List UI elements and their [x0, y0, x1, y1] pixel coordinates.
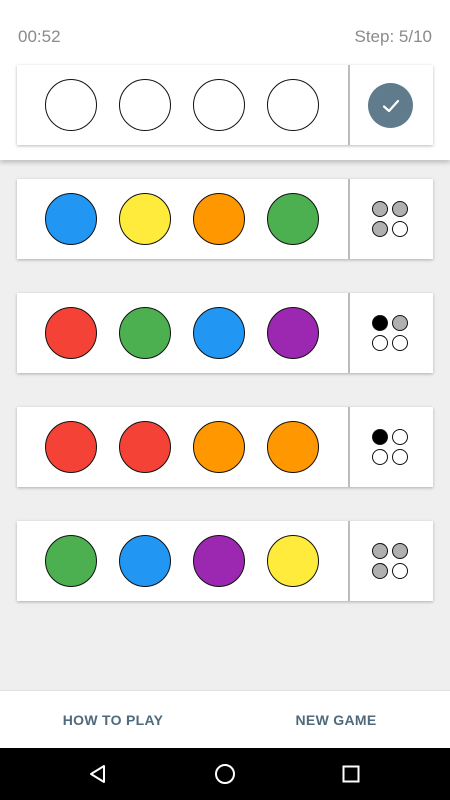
feedback-peg-empty [372, 335, 388, 351]
bottom-action-bar: HOW TO PLAY NEW GAME [0, 690, 450, 748]
guess-peg-green [119, 307, 171, 359]
feedback-pegs [370, 313, 410, 353]
guess-pegs [17, 293, 348, 373]
feedback-peg-gray [392, 201, 408, 217]
peg-slot-3[interactable] [193, 79, 245, 131]
peg-slot-2[interactable] [119, 79, 171, 131]
feedback-peg-empty [392, 449, 408, 465]
new-game-button[interactable]: NEW GAME [256, 691, 416, 749]
feedback-peg-gray [372, 563, 388, 579]
guess-peg-purple [193, 535, 245, 587]
row-divider [348, 407, 350, 487]
feedback-peg-gray [392, 543, 408, 559]
feedback-pegs [370, 541, 410, 581]
feedback-peg-gray [372, 221, 388, 237]
guess-peg-orange [267, 421, 319, 473]
guess-peg-blue [45, 193, 97, 245]
guess-peg-blue [193, 307, 245, 359]
home-button[interactable] [210, 760, 240, 788]
guess-peg-purple [267, 307, 319, 359]
top-panel: 00:52 Step: 5/10 [0, 0, 450, 160]
check-icon [382, 99, 399, 112]
guess-peg-green [45, 535, 97, 587]
peg-slot-4[interactable] [267, 79, 319, 131]
feedback-peg-black [372, 429, 388, 445]
back-button[interactable] [83, 760, 113, 788]
current-guess-row [17, 65, 433, 145]
system-navigation-bar [0, 748, 450, 800]
feedback-peg-gray [392, 315, 408, 331]
guess-peg-orange [193, 421, 245, 473]
peg-slot-1[interactable] [45, 79, 97, 131]
guess-peg-green [267, 193, 319, 245]
guess-peg-yellow [267, 535, 319, 587]
guess-row [17, 179, 433, 259]
submit-guess-button[interactable] [368, 83, 413, 128]
feedback-pegs [370, 427, 410, 467]
feedback-pegs [370, 199, 410, 239]
home-circle-icon [215, 764, 235, 784]
back-triangle-icon [90, 765, 105, 783]
feedback-peg-empty [372, 449, 388, 465]
row-divider [348, 293, 350, 373]
guess-row [17, 293, 433, 373]
guess-pegs [17, 407, 348, 487]
guess-peg-red [45, 307, 97, 359]
guess-peg-orange [193, 193, 245, 245]
recent-square-icon [342, 765, 360, 783]
guess-peg-yellow [119, 193, 171, 245]
guess-peg-red [119, 421, 171, 473]
guess-peg-red [45, 421, 97, 473]
row-divider [348, 65, 350, 145]
feedback-peg-empty [392, 221, 408, 237]
feedback-peg-gray [372, 543, 388, 559]
guess-pegs [17, 179, 348, 259]
timer: 00:52 [18, 27, 61, 46]
row-divider [348, 179, 350, 259]
guess-row [17, 521, 433, 601]
guess-peg-blue [119, 535, 171, 587]
how-to-play-button[interactable]: HOW TO PLAY [30, 691, 196, 749]
current-peg-slots [17, 65, 348, 145]
feedback-peg-empty [392, 429, 408, 445]
feedback-peg-black [372, 315, 388, 331]
guess-pegs [17, 521, 348, 601]
feedback-peg-gray [372, 201, 388, 217]
step-counter: Step: 5/10 [354, 27, 432, 46]
recent-apps-button[interactable] [336, 760, 366, 788]
guess-row [17, 407, 433, 487]
feedback-peg-empty [392, 563, 408, 579]
row-divider [348, 521, 350, 601]
feedback-peg-empty [392, 335, 408, 351]
